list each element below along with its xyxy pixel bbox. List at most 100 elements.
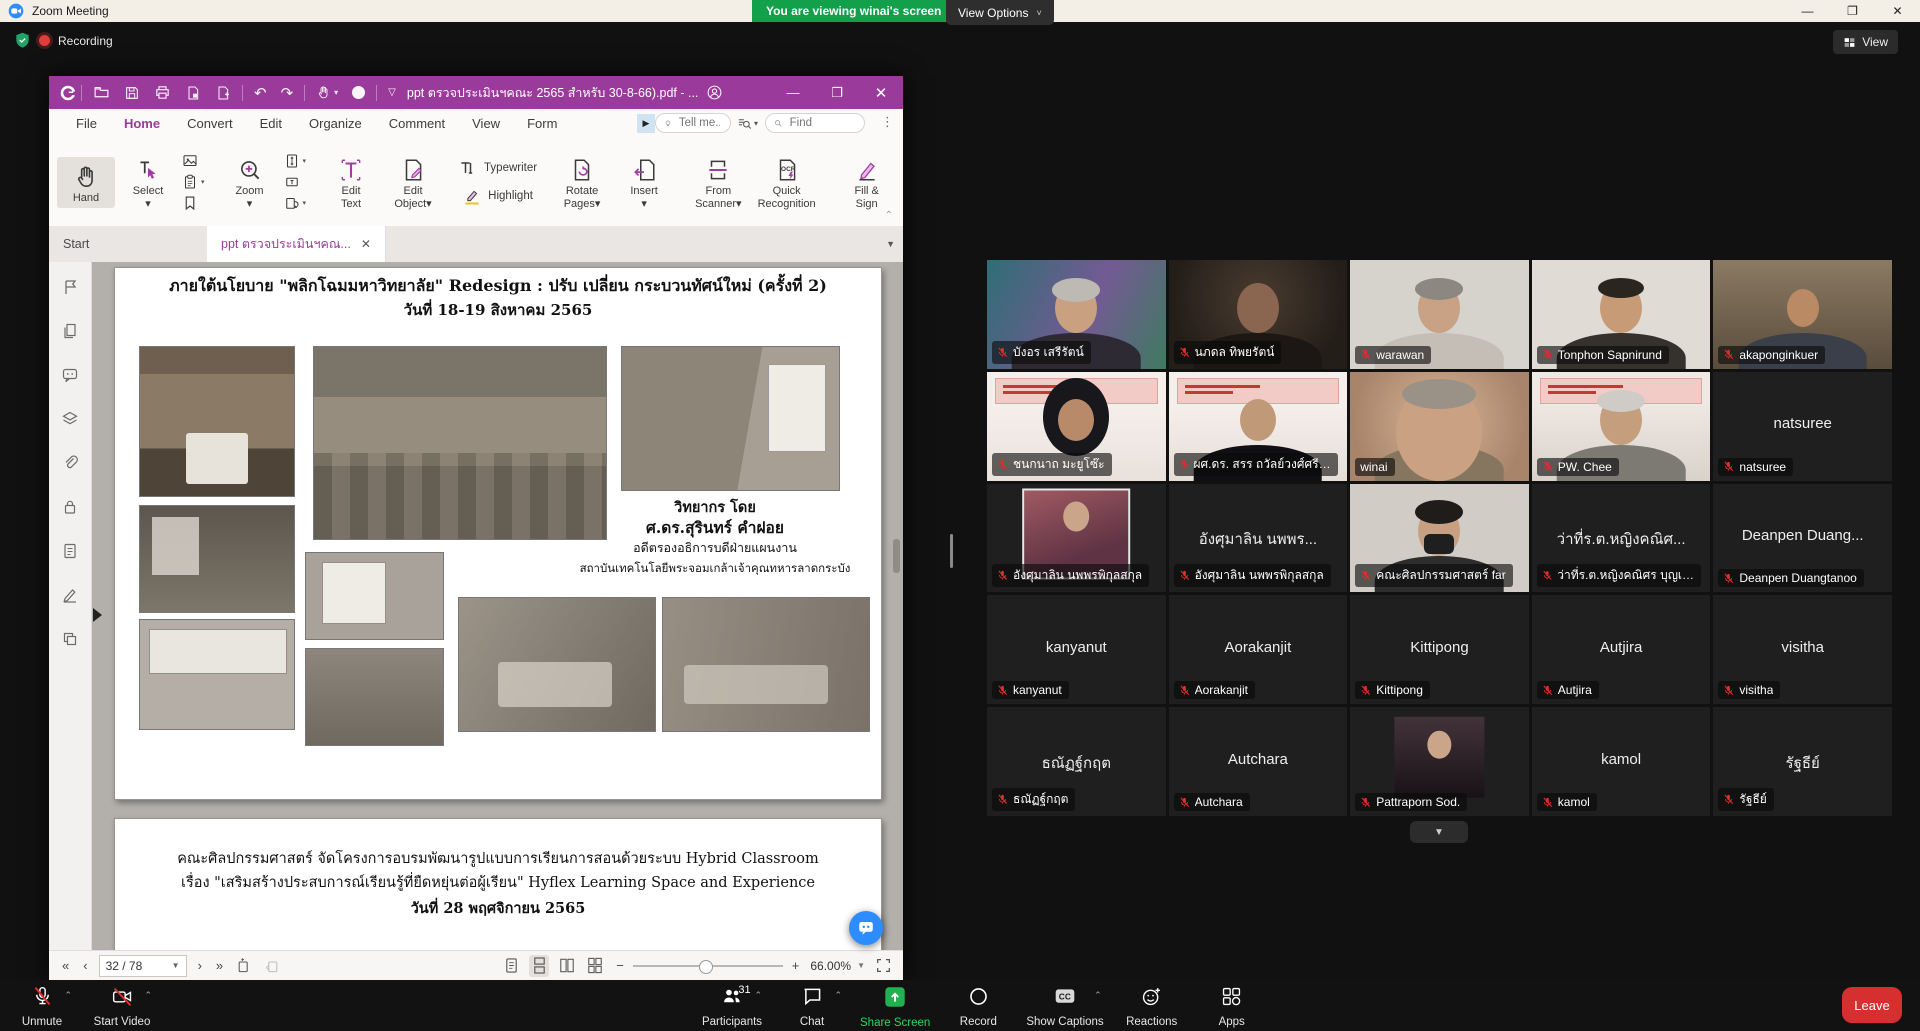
participant-tile[interactable]: Pattraporn Sod. <box>1350 707 1529 816</box>
participant-tile[interactable]: อังศุมาลิน นพพร...อังศุมาลิน นพพรพิกุลสก… <box>1169 484 1348 593</box>
view-options-button[interactable]: View Options ˅ <box>946 0 1054 25</box>
close-button[interactable]: ✕ <box>1875 0 1920 22</box>
share-screen-button[interactable]: Share Screen <box>860 980 930 1031</box>
previous-page-button[interactable]: ‹ <box>80 958 90 973</box>
apps-button[interactable]: Apps <box>1200 980 1264 1031</box>
participant-tile[interactable]: อังศุมาลิน นพพรพิกุลสกุล <box>987 484 1166 593</box>
snapshot-previous-view-icon[interactable] <box>234 955 254 977</box>
clipboard-tool[interactable]: ▾ <box>181 173 205 191</box>
chevron-up-icon[interactable]: ⌃ <box>834 990 842 1001</box>
ribbon-collapse-icon[interactable]: ⌃ <box>885 210 893 221</box>
edit-object-button[interactable]: EditObject▾ <box>384 150 442 214</box>
redo-icon[interactable]: ↷ <box>281 84 294 102</box>
document-scrollbar[interactable] <box>893 539 900 573</box>
next-page-button[interactable]: › <box>195 958 205 973</box>
edit-text-button[interactable]: EditText <box>322 150 380 214</box>
find-search[interactable] <box>765 113 865 133</box>
menu-file[interactable]: File <box>76 116 97 131</box>
fit-page-tool[interactable]: ▾ <box>283 152 307 170</box>
facing-view-icon[interactable] <box>557 955 577 977</box>
participant-tile[interactable]: รัฐธีย์รัฐธีย์ <box>1713 707 1892 816</box>
chevron-up-icon[interactable]: ⌃ <box>64 990 72 1001</box>
first-page-button[interactable]: « <box>59 958 72 973</box>
sidebar-sign-icon[interactable] <box>61 586 79 609</box>
participant-tile[interactable]: kanyanutkanyanut <box>987 595 1166 704</box>
leave-button[interactable]: Leave <box>1842 987 1902 1023</box>
read-aloud-play-button[interactable]: ▶ <box>637 114 655 133</box>
sidebar-layers-icon[interactable] <box>61 410 79 433</box>
rotate-view-tool[interactable]: ▾ <box>283 194 307 212</box>
zoom-slider[interactable]: − + <box>613 958 802 973</box>
participant-tile[interactable]: ชนกนาถ มะยูโซ๊ะ <box>987 372 1166 481</box>
facing-continuous-view-icon[interactable] <box>585 955 605 977</box>
participant-tile[interactable]: KittipongKittipong <box>1350 595 1529 704</box>
text-viewer-tool[interactable] <box>283 173 307 191</box>
participant-tile[interactable]: AutjiraAutjira <box>1532 595 1711 704</box>
zoom-level-control[interactable]: 66.00% ▼ <box>810 959 865 973</box>
sidebar-bookmark-icon[interactable] <box>61 278 79 301</box>
find-input[interactable] <box>788 116 856 130</box>
tell-me-search[interactable] <box>655 113 731 133</box>
chevron-up-icon[interactable]: ⌃ <box>1094 990 1102 1001</box>
participant-tile[interactable]: akaponginkuer <box>1713 260 1892 369</box>
rotate-pages-button[interactable]: RotatePages▾ <box>553 150 611 214</box>
participant-tile[interactable]: บังอร เสรีรัตน์ <box>987 260 1166 369</box>
participant-tile[interactable]: warawan <box>1350 260 1529 369</box>
typewriter-button[interactable]: Typewriter <box>458 158 537 178</box>
snapshot-tool[interactable] <box>181 152 205 170</box>
security-shield-icon[interactable] <box>14 32 31 49</box>
menu-comment[interactable]: Comment <box>389 116 445 131</box>
more-menu-icon[interactable]: ⋮ <box>881 114 894 130</box>
gallery-view-button[interactable]: View <box>1833 30 1898 54</box>
participant-tile[interactable]: คณะศิลปกรรมศาสตร์ far <box>1350 484 1529 593</box>
participant-tile[interactable]: winai <box>1350 372 1529 481</box>
participant-tile[interactable]: ธณัฏฐ์กฤตธณัฏฐ์กฤต <box>987 707 1166 816</box>
participant-tile[interactable]: kamolkamol <box>1532 707 1711 816</box>
bookmark-tool[interactable] <box>181 194 205 212</box>
zoom-slider-thumb[interactable] <box>699 960 713 974</box>
pane-resize-handle[interactable] <box>950 534 953 568</box>
continuous-view-icon[interactable] <box>529 955 549 977</box>
pdf-minimize-button[interactable]: — <box>771 85 815 100</box>
page-number-box[interactable]: 32 / 78 ▼ <box>99 955 187 977</box>
from-scanner-button[interactable]: FromScanner▾ <box>689 150 748 214</box>
zoom-in-button[interactable]: + <box>789 958 803 973</box>
highlight-button[interactable]: Highlight <box>462 186 533 206</box>
participant-tile[interactable]: ว่าที่ร.ต.หญิงคณิศ...ว่าที่ร.ต.หญิงคณิศร… <box>1532 484 1711 593</box>
advanced-search-icon[interactable]: ▾ <box>737 116 758 131</box>
chevron-up-icon[interactable]: ⌃ <box>144 990 152 1001</box>
menu-view[interactable]: View <box>472 116 500 131</box>
sidebar-note-icon[interactable] <box>61 542 79 565</box>
record-button[interactable]: Record <box>946 980 1010 1031</box>
unmute-button[interactable]: ⌃Unmute <box>10 980 74 1031</box>
select-tool[interactable]: Select▾ <box>119 150 177 214</box>
fill-sign-button[interactable]: Fill &Sign <box>838 150 896 214</box>
tell-me-input[interactable] <box>677 116 722 130</box>
chat-button[interactable]: ⌃Chat <box>780 980 844 1031</box>
participant-tile[interactable]: นภดล ทิพยรัตน์ <box>1169 260 1348 369</box>
new-document-icon[interactable] <box>215 85 231 101</box>
sidebar-pages-icon[interactable] <box>61 322 79 345</box>
gallery-more-button[interactable]: ▼ <box>1410 821 1468 843</box>
title-caret-icon[interactable]: ▽ <box>388 87 396 98</box>
open-file-icon[interactable] <box>93 84 110 101</box>
quick-recognition-button[interactable]: OCRQuickRecognition <box>752 150 822 214</box>
pdf-close-button[interactable]: ✕ <box>859 84 903 102</box>
record-macro-icon[interactable] <box>352 86 365 99</box>
show-captions-button[interactable]: CC⌃Show Captions <box>1026 980 1103 1031</box>
maximize-button[interactable]: ❐ <box>1830 0 1875 22</box>
minimize-button[interactable]: — <box>1785 0 1830 22</box>
tab-document[interactable]: ppt ตรวจประเมินฯคณ... ✕ <box>207 226 386 262</box>
account-icon[interactable] <box>706 84 723 101</box>
export-document-icon[interactable] <box>185 85 201 101</box>
menu-organize[interactable]: Organize <box>309 116 362 131</box>
sidebar-comment-icon[interactable] <box>61 366 79 389</box>
captions-floating-button[interactable] <box>849 911 883 945</box>
menu-form[interactable]: Form <box>527 116 557 131</box>
reactions-button[interactable]: Reactions <box>1120 980 1184 1031</box>
tab-list-caret-icon[interactable]: ▼ <box>886 239 903 249</box>
fullscreen-icon[interactable] <box>873 955 893 977</box>
single-page-view-icon[interactable] <box>501 955 521 977</box>
participant-tile[interactable]: visithavisitha <box>1713 595 1892 704</box>
tab-close-icon[interactable]: ✕ <box>361 237 371 251</box>
